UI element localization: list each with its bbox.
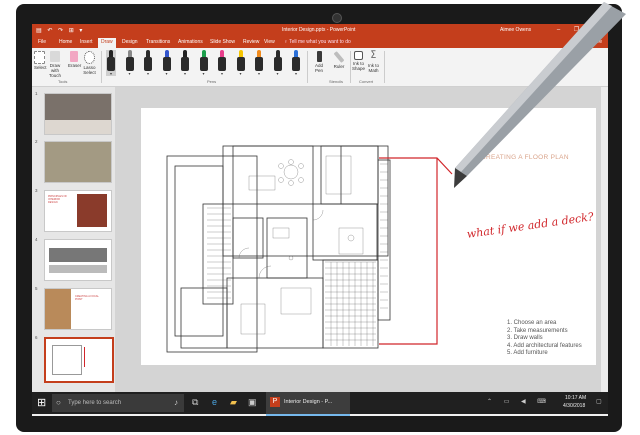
stylus-pen [454, 2, 626, 188]
surface-pen [454, 2, 626, 188]
